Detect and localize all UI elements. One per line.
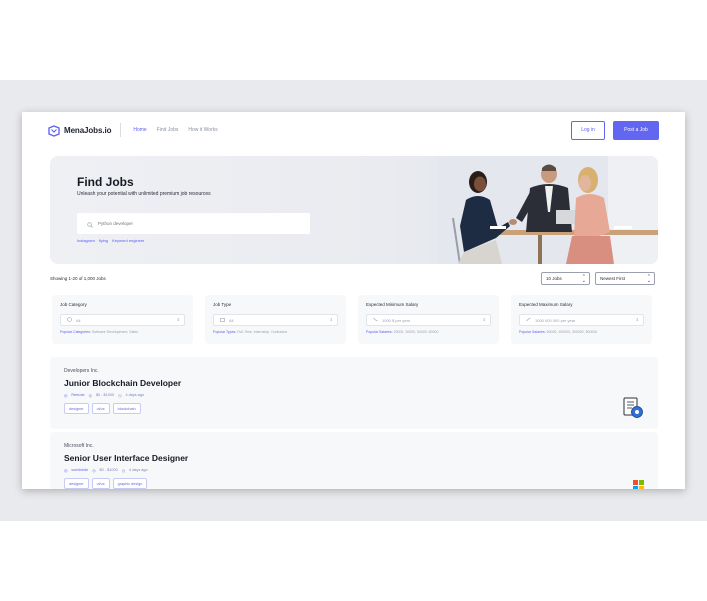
job-salary: $0 - $1000 xyxy=(99,468,118,472)
filter-value: All xyxy=(229,317,234,323)
skill-tag[interactable]: designer xyxy=(64,403,89,414)
job-search-bar[interactable] xyxy=(77,213,310,234)
filter-label: Expected Minimum Salary xyxy=(366,302,419,307)
sort-select[interactable]: Newest First ⌃ ⌄ xyxy=(595,272,655,285)
job-category-select[interactable]: All ⇕ xyxy=(60,314,185,326)
chevron-updown-icon: ⇕ xyxy=(329,317,333,322)
trend-up-icon xyxy=(526,317,531,323)
per-page-select[interactable]: 10 Jobs ⌃ ⌄ xyxy=(541,272,590,285)
popular-search-tags: Instagram flying Keyword engineer xyxy=(77,238,144,243)
nav-find-jobs[interactable]: Find Jobs xyxy=(157,127,179,133)
category-icon xyxy=(67,317,72,323)
skill-tag[interactable]: graphic design xyxy=(112,478,148,489)
filter-label: Expected Maximum Salary xyxy=(519,302,573,307)
popular-values[interactable]: Software Development, Sales xyxy=(92,330,138,334)
job-title[interactable]: Senior User Interface Designer xyxy=(64,453,188,463)
microsoft-logo-icon xyxy=(633,478,644,489)
filter-value: All xyxy=(76,317,81,323)
job-meta: ◎ Remote ◎ $0 - $1000 ◷ 4 days ago xyxy=(64,393,144,398)
skill-tag[interactable]: designer xyxy=(64,478,89,489)
filter-max-salary: Expected Maximum Salary 1000 000 000 per… xyxy=(511,295,652,344)
filter-job-category: Job Category All ⇕ Popular Categories: S… xyxy=(52,295,193,344)
clock-icon: ◷ xyxy=(118,394,122,398)
job-card[interactable]: Microsoft Inc. Senior User Interface Des… xyxy=(50,432,658,489)
skill-tag[interactable]: blockchain xyxy=(112,403,141,414)
site-header: MenaJobs.io Home Find Jobs How it Works … xyxy=(22,112,685,148)
filter-popular: Popular Types: Full-Time, Internship, Co… xyxy=(213,330,287,334)
filter-popular: Popular Salaries: 20000, 30000, 50000, 8… xyxy=(366,330,438,334)
brand-name: MenaJobs.io xyxy=(64,125,112,135)
filter-label: Job Category xyxy=(60,302,87,307)
salary-icon: ◎ xyxy=(88,394,92,398)
popular-values[interactable]: 60000, 100000, 300000, 500000 xyxy=(547,330,598,334)
skill-tag[interactable]: ui/ux xyxy=(91,403,110,414)
chevron-updown-icon: ⇕ xyxy=(635,317,639,322)
chevron-updown-icon: ⇕ xyxy=(482,317,486,322)
popular-label: Popular Salaries: xyxy=(366,330,393,334)
filter-popular: Popular Salaries: 60000, 100000, 300000,… xyxy=(519,330,597,334)
trend-down-icon xyxy=(373,317,378,323)
post-job-button[interactable]: Post a Job xyxy=(613,120,659,140)
chevron-updown-icon: ⌃ ⌄ xyxy=(581,274,586,284)
browser-viewport: MenaJobs.io Home Find Jobs How it Works … xyxy=(22,112,685,489)
job-posted: 4 days ago xyxy=(129,468,148,472)
document-gear-icon xyxy=(622,397,644,424)
skill-tags: designer ui/ux blockchain xyxy=(64,403,141,414)
search-tag[interactable]: Instagram xyxy=(77,238,95,243)
filter-value: 1000 $ per year xyxy=(382,317,411,323)
brand-logo[interactable]: MenaJobs.io xyxy=(48,124,112,137)
filter-job-type: Job Type All ⇕ Popular Types: Full-Time,… xyxy=(205,295,346,344)
location-icon: ◎ xyxy=(64,469,68,473)
search-icon xyxy=(87,215,93,233)
job-posted: 4 days ago xyxy=(125,393,145,397)
company-name: Developers Inc. xyxy=(64,368,99,374)
filter-value: 1000 000 000 per year xyxy=(535,317,576,323)
popular-values[interactable]: Full-Time, Internship, Contractor xyxy=(237,330,287,334)
popular-label: Popular Types: xyxy=(213,330,237,334)
salary-icon: ◎ xyxy=(92,469,96,473)
main-nav: Home Find Jobs How it Works xyxy=(133,127,217,133)
search-tag[interactable]: Keyword engineer xyxy=(112,238,144,243)
login-button[interactable]: Log in xyxy=(571,120,605,140)
skill-tags: designer ui/ux graphic design xyxy=(64,478,148,489)
job-meta: ◎ worldwide ◎ $0 - $1000 ◷ 4 days ago xyxy=(64,468,148,473)
filter-min-salary: Expected Minimum Salary 1000 $ per year … xyxy=(358,295,499,344)
location-icon: ◎ xyxy=(64,394,68,398)
sort-value: Newest First xyxy=(600,276,626,281)
min-salary-select[interactable]: 1000 $ per year ⇕ xyxy=(366,314,491,326)
popular-values[interactable]: 20000, 30000, 50000, 80000 xyxy=(394,330,439,334)
skill-tag[interactable]: ui/ux xyxy=(91,478,110,489)
job-location: worldwide xyxy=(71,468,89,472)
job-title[interactable]: Junior Blockchain Developer xyxy=(64,378,181,388)
nav-how-it-works[interactable]: How it Works xyxy=(188,127,217,133)
hero-banner: Find Jobs Unleash your potential with un… xyxy=(50,156,658,264)
hero-subtitle: Unleash your potential with unlimited pr… xyxy=(77,191,211,197)
popular-label: Popular Salaries: xyxy=(519,330,546,334)
results-count: Showing 1-20 of 1,000 Jobs xyxy=(50,276,106,281)
max-salary-select[interactable]: 1000 000 000 per year ⇕ xyxy=(519,314,644,326)
chevron-updown-icon: ⇕ xyxy=(176,317,180,322)
nav-home[interactable]: Home xyxy=(133,127,146,133)
popular-label: Popular Categories: xyxy=(60,330,91,334)
page-title: Find Jobs xyxy=(77,175,134,189)
filter-popular: Popular Categories: Software Development… xyxy=(60,330,138,334)
company-name: Microsoft Inc. xyxy=(64,443,94,449)
header-divider xyxy=(120,123,122,137)
per-page-value: 10 Jobs xyxy=(546,276,562,281)
chevron-updown-icon: ⌃ ⌄ xyxy=(646,274,651,284)
search-tag[interactable]: flying xyxy=(99,238,108,243)
briefcase-icon xyxy=(220,317,225,323)
clock-icon: ◷ xyxy=(121,469,126,473)
hero-business-meeting-image xyxy=(438,156,658,264)
job-card[interactable]: Developers Inc. Junior Blockchain Develo… xyxy=(50,357,658,429)
filter-label: Job Type xyxy=(213,302,232,307)
search-input[interactable] xyxy=(98,221,278,226)
job-salary: $0 - $1000 xyxy=(95,393,115,397)
logo-mark-icon xyxy=(48,124,60,137)
job-type-select[interactable]: All ⇕ xyxy=(213,314,338,326)
job-location: Remote xyxy=(71,393,85,397)
